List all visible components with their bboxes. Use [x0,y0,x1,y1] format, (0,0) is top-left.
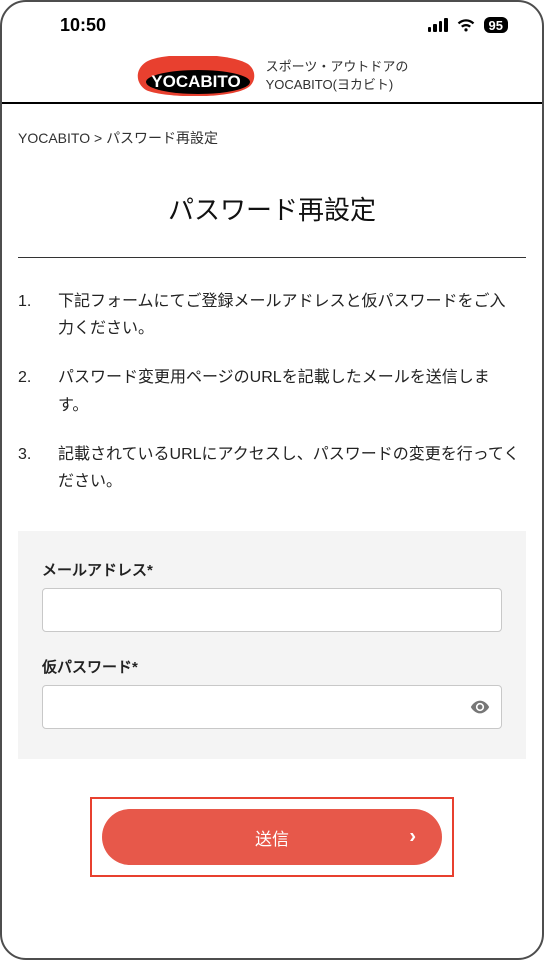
brand-header: YOCABITO スポーツ・アウトドアの YOCABITO(ヨカビト) [2,48,542,102]
reset-form-panel: メールアドレス* 仮パスワード* [18,531,526,759]
submit-button[interactable]: 送信 › [102,809,442,865]
password-field-group: 仮パスワード* [42,656,502,729]
brand-tagline: スポーツ・アウトドアの YOCABITO(ヨカビト) [266,58,409,94]
cellular-signal-icon [428,18,448,32]
submit-highlight-box: 送信 › [90,797,454,877]
breadcrumb-current: パスワード再設定 [106,130,218,146]
password-visibility-toggle[interactable] [468,695,492,719]
status-bar: 10:50 95 [2,2,542,48]
instruction-list: 下記フォームにてご登録メールアドレスと仮パスワードをご入力ください。 パスワード… [2,258,542,527]
eye-icon [469,696,491,718]
submit-button-label: 送信 [255,825,289,850]
instruction-item: パスワード変更用ページのURLを記載したメールを送信します。 [18,364,520,418]
instruction-item: 記載されているURLにアクセスし、パスワードの変更を行ってください。 [18,441,520,495]
breadcrumb-separator: > [94,130,102,146]
breadcrumb: YOCABITO > パスワード再設定 [2,104,542,148]
wifi-icon [456,18,476,33]
email-label: メールアドレス* [42,559,502,580]
breadcrumb-root[interactable]: YOCABITO [18,130,90,146]
email-input[interactable] [42,588,502,632]
svg-text:YOCABITO: YOCABITO [151,72,240,91]
yocabito-logo[interactable]: YOCABITO [136,56,256,96]
battery-indicator: 95 [484,17,508,33]
chevron-right-icon: › [409,826,416,849]
page-title: パスワード再設定 [2,148,542,257]
email-field-group: メールアドレス* [42,559,502,632]
status-right: 95 [428,17,508,33]
password-label: 仮パスワード* [42,656,502,677]
temp-password-input[interactable] [42,685,502,729]
status-time: 10:50 [60,15,106,36]
instruction-item: 下記フォームにてご登録メールアドレスと仮パスワードをご入力ください。 [18,288,520,342]
